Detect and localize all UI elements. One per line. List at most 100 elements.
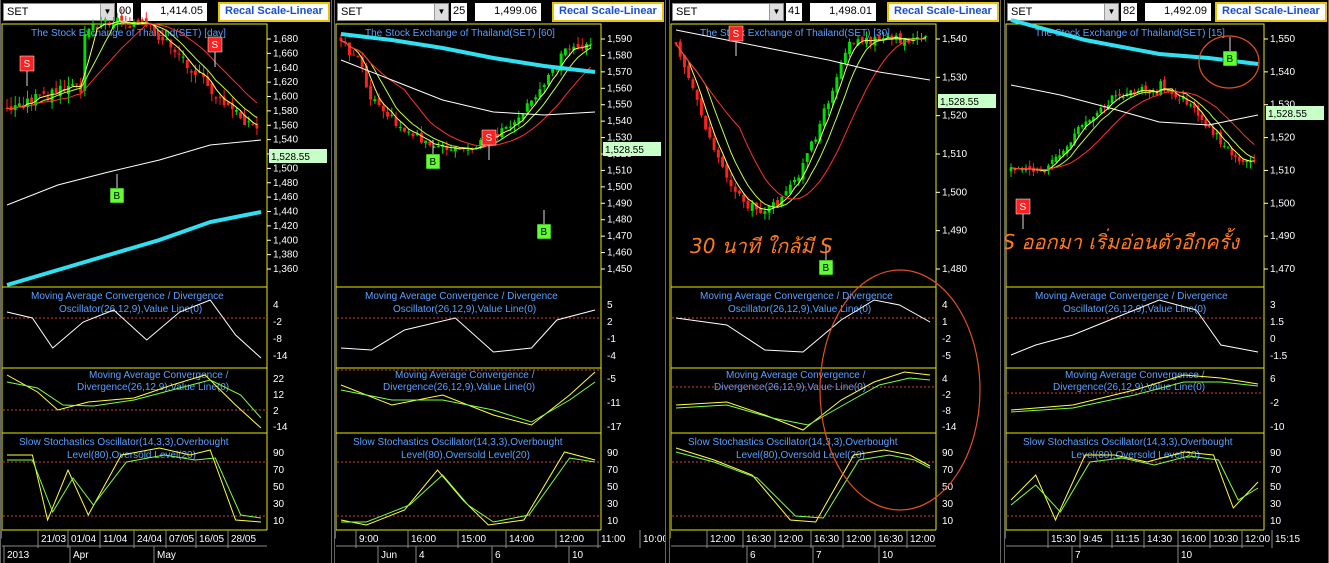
price-tick-label: 1,500 <box>607 182 632 193</box>
date-tick-label: Jun <box>381 550 397 561</box>
price-tick-label: 1,570 <box>607 67 632 78</box>
candle <box>1054 156 1058 163</box>
macd-tick-label: -14 <box>273 422 288 433</box>
candle <box>239 112 242 119</box>
candle <box>75 83 79 85</box>
stoch-tick-label: 10 <box>607 516 619 527</box>
candle <box>214 97 218 99</box>
date-tick-label: 7 <box>1075 550 1081 561</box>
time-tick-label: 12:00 <box>1245 534 1270 545</box>
candle <box>729 179 733 187</box>
candle <box>725 164 729 178</box>
candle <box>750 203 754 211</box>
candle <box>181 56 185 58</box>
candle <box>1208 125 1211 128</box>
macd-osc-tick-label: 1 <box>942 317 948 328</box>
candle <box>234 110 238 112</box>
price-tick-label: 1,540 <box>1270 67 1295 78</box>
price-tick-label: 1,490 <box>942 226 967 237</box>
chart-canvas[interactable]: 1,5901,5801,5701,5601,5501,5401,5301,520… <box>335 0 665 563</box>
chart-canvas[interactable]: 1,540 1,530 1,520 1,510 1,500 1,490 1,480 1,528… <box>670 0 1000 563</box>
candle <box>805 153 809 162</box>
candle <box>157 33 161 40</box>
stoch-tick-label: 90 <box>273 448 285 459</box>
candle <box>721 156 725 167</box>
candle <box>403 127 406 132</box>
chart-panel-30: SET ▼ 41 1,498.01 Recal Scale-Linear 1,540 1,5… <box>669 0 1001 563</box>
candle <box>173 49 177 53</box>
candle <box>839 62 843 79</box>
candle <box>831 90 835 103</box>
candle <box>449 149 453 151</box>
price-tick-label: 1,480 <box>942 264 967 275</box>
price-tick-label: 1,460 <box>607 248 632 259</box>
candle <box>67 85 70 95</box>
macd-osc-title: Moving Average Convergence / Divergence <box>700 291 893 302</box>
macd-osc-tick-label: -1.5 <box>1270 351 1288 362</box>
price-tick-label: 1,640 <box>273 63 298 74</box>
candle <box>369 85 373 100</box>
time-tick-label: 14:30 <box>1147 534 1172 545</box>
time-tick-label: 11:00 <box>601 534 626 545</box>
macd-osc-tick-label: -8 <box>273 334 282 345</box>
macd-tick-label: -5 <box>607 374 616 385</box>
price-tick-label: 1,550 <box>607 100 632 111</box>
candle <box>398 127 402 129</box>
macd-tick-label: -2 <box>1270 398 1279 409</box>
price-tick-label: 1,520 <box>1270 133 1295 144</box>
price-tick-label: 1,680 <box>273 34 298 45</box>
date-tick-label: 6 <box>495 550 501 561</box>
price-tick-label: 1,500 <box>273 163 298 174</box>
date-tick-label: 6 <box>750 550 756 561</box>
date-tick-label: 10 <box>572 550 584 561</box>
macd-tick-label: -17 <box>607 422 622 433</box>
macd-title: Moving Average Convergence / <box>395 370 535 381</box>
time-tick-label: 16/05 <box>199 534 224 545</box>
candle <box>1189 104 1192 106</box>
candle <box>1020 169 1024 171</box>
candle <box>763 211 767 214</box>
candle <box>185 59 189 69</box>
stoch-tick-label: 70 <box>942 465 954 476</box>
price-tick-label: 1,490 <box>1270 231 1295 242</box>
candle <box>1043 171 1046 173</box>
stoch-title: Slow Stochastics Oscillator(14,3,3),Over… <box>19 437 229 448</box>
candle <box>589 43 593 45</box>
candle <box>194 70 197 76</box>
chart-canvas[interactable]: 1,5501,5401,5301,5201,5101,5001,4901,470… <box>1005 0 1328 563</box>
date-tick-label: 7 <box>816 550 822 561</box>
stoch-title: Slow Stochastics Oscillator(14,3,3),Over… <box>688 437 898 448</box>
last-price-tag-label: 1,528.55 <box>605 145 644 156</box>
candle <box>738 190 741 194</box>
chart-title: The Stock Exchange of Thailand(SET) [day… <box>31 28 226 39</box>
candle <box>1118 94 1121 96</box>
candle <box>424 140 428 144</box>
stoch-tick-label: 30 <box>942 499 954 510</box>
candle <box>525 103 529 112</box>
candle <box>386 111 390 117</box>
candle <box>247 121 251 123</box>
time-tick-label: 11/04 <box>103 534 128 545</box>
price-tick-label: 1,420 <box>273 221 298 232</box>
candle <box>1077 126 1080 135</box>
time-tick-label: 9:00 <box>359 534 379 545</box>
chart-canvas[interactable]: 1,680 1,660 1,640 1,620 1,600 1,580 1,560 1,540… <box>1 0 331 563</box>
price-tick-label: 1,450 <box>607 264 632 275</box>
sell-signal-label: S <box>1020 202 1027 213</box>
candle <box>1241 159 1245 162</box>
candle <box>886 35 890 37</box>
candle <box>373 99 377 102</box>
candle <box>733 186 737 192</box>
price-tick-label: 1,580 <box>273 106 298 117</box>
candle <box>1215 132 1219 135</box>
candle <box>674 42 678 44</box>
macd-osc-tick-label: 1.5 <box>1270 317 1284 328</box>
price-tick-label: 1,500 <box>1270 198 1295 209</box>
candle <box>1095 112 1099 117</box>
candle <box>71 84 74 86</box>
stoch-tick-label: 70 <box>273 465 285 476</box>
candle <box>390 114 394 116</box>
candle <box>835 77 839 93</box>
sell-signal-label: S <box>486 133 493 144</box>
time-tick-label: 16:30 <box>814 534 839 545</box>
